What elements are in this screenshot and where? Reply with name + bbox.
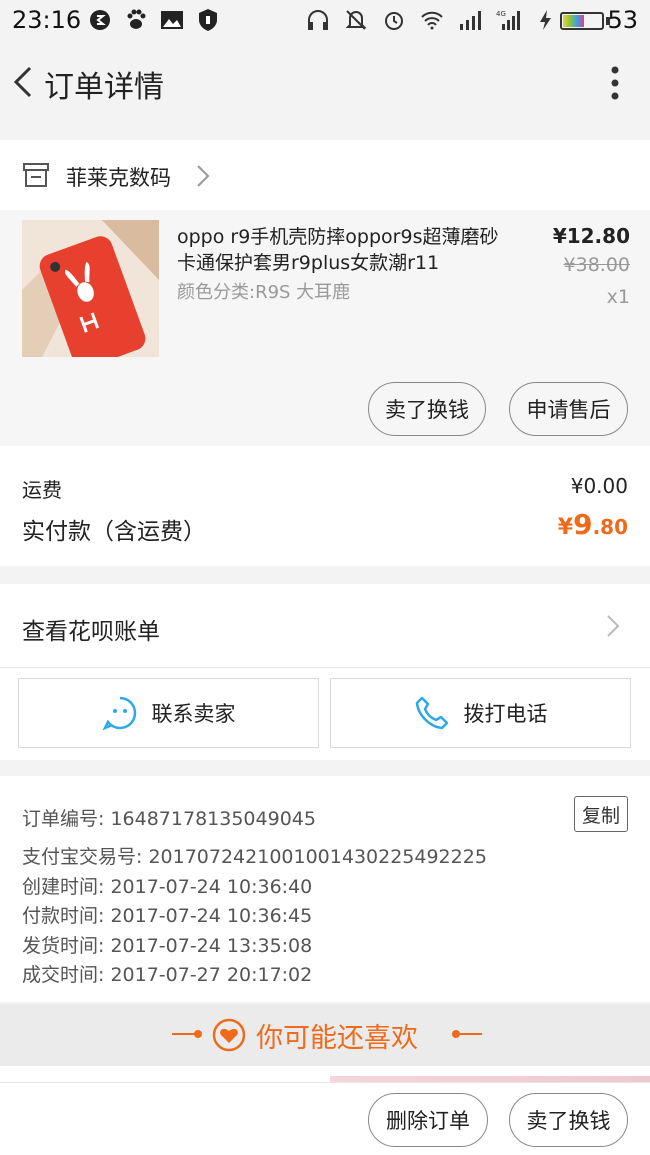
payment-summary: 运费 ¥0.00 实付款（含运费） ¥9.80	[0, 446, 650, 566]
huabei-label: 查看花呗账单	[22, 619, 160, 645]
chevron-right-icon	[197, 165, 210, 187]
status-bar: 23:16 4G 53	[0, 0, 650, 40]
signal-4g-icon: 4G	[496, 10, 520, 30]
battery-fill	[563, 15, 585, 27]
shop-row[interactable]: 菲莱克数码	[0, 140, 650, 210]
order-number-label: 订单编号:	[22, 808, 111, 830]
battery-icon	[560, 12, 604, 30]
app-bar: 订单详情	[0, 40, 650, 126]
status-right-icons: 4G	[306, 8, 558, 32]
chat-face-icon	[101, 696, 136, 731]
product-variant: 颜色分类:R9S 大耳鹿	[177, 282, 351, 303]
more-vertical-icon[interactable]	[610, 66, 620, 100]
call-phone-label: 拨打电话	[463, 702, 548, 726]
mute-icon	[345, 10, 367, 30]
status-time: 23:16	[12, 6, 82, 34]
status-left-icons	[88, 8, 220, 32]
paid-decimal: .80	[592, 515, 628, 539]
huabei-bill-row[interactable]: 查看花呗账单	[0, 584, 650, 668]
shipping-label: 运费	[22, 478, 62, 502]
alarm-icon	[385, 12, 403, 30]
product-quantity: x1	[606, 286, 630, 308]
resell-button[interactable]: 卖了换钱	[368, 382, 486, 436]
completed-time: 成交时间: 2017-07-27 20:17:02	[22, 964, 313, 986]
order-number: 订单编号: 16487178135049045	[22, 804, 316, 831]
shop-name: 菲莱克数码	[66, 166, 171, 190]
shipping-value: ¥0.00	[570, 474, 628, 498]
image-message-icon	[161, 11, 183, 29]
wifi-icon	[421, 11, 443, 30]
divider-dot	[194, 1030, 202, 1038]
chevron-right-icon	[607, 615, 620, 637]
page-title: 订单详情	[44, 70, 164, 105]
shield-icon	[199, 9, 217, 31]
store-icon	[23, 163, 49, 187]
headset-icon	[308, 10, 328, 30]
product-original-price: ¥38.00	[563, 254, 630, 276]
contact-row: 联系卖家 拨打电话	[0, 668, 650, 760]
paid-integer: 9	[573, 508, 593, 541]
contact-seller-label: 联系卖家	[151, 702, 236, 726]
paid-currency: ¥	[557, 515, 574, 540]
contact-seller-button[interactable]: 联系卖家	[18, 678, 319, 748]
product-item[interactable]: oppo r9手机壳防摔oppor9s超薄磨砂卡通保护套男r9plus女款潮r1…	[0, 210, 650, 446]
alipay-trade-no: 支付宝交易号: 2017072421001001430225492225	[22, 846, 487, 868]
battery-percent: 53	[607, 6, 638, 34]
bottom-resell-button[interactable]: 卖了换钱	[509, 1093, 628, 1147]
phone-case-image	[22, 220, 159, 357]
recommend-label: 你可能还喜欢	[256, 1023, 418, 1054]
paid-time: 付款时间: 2017-07-24 10:36:45	[22, 905, 313, 927]
shipped-time: 发货时间: 2017-07-24 13:35:08	[22, 935, 313, 957]
after-sale-button[interactable]: 申请售后	[509, 382, 628, 436]
chevron-left-icon[interactable]	[8, 62, 40, 102]
heart-icon	[212, 1018, 246, 1052]
divider	[456, 1033, 482, 1035]
signal-icon	[460, 11, 481, 30]
copy-button[interactable]: 复制	[574, 796, 628, 832]
order-number-value: 1648717813504904	[110, 808, 304, 830]
bottom-action-bar: 删除订单 卖了换钱	[0, 1082, 650, 1155]
delete-order-button[interactable]: 删除订单	[368, 1093, 488, 1147]
network-label: 4G	[496, 10, 506, 18]
order-number-tail: 5	[303, 808, 316, 830]
order-info: 订单编号: 16487178135049045 复制 支付宝交易号: 20170…	[0, 776, 650, 1002]
product-title[interactable]: oppo r9手机壳防摔oppor9s超薄磨砂卡通保护套男r9plus女款潮r1…	[177, 224, 517, 276]
paid-label: 实付款（含运费）	[22, 519, 206, 545]
product-thumbnail[interactable]	[22, 220, 159, 357]
baidu-paw-icon	[127, 9, 146, 29]
recommend-header: 你可能还喜欢	[0, 1004, 650, 1066]
created-time: 创建时间: 2017-07-24 10:36:40	[22, 876, 313, 898]
product-price: ¥12.80	[552, 224, 630, 248]
charging-icon	[540, 10, 551, 30]
shield-s-icon	[90, 10, 110, 30]
phone-icon	[415, 696, 448, 730]
paid-value: ¥9.80	[558, 508, 628, 541]
call-phone-button[interactable]: 拨打电话	[330, 678, 631, 748]
